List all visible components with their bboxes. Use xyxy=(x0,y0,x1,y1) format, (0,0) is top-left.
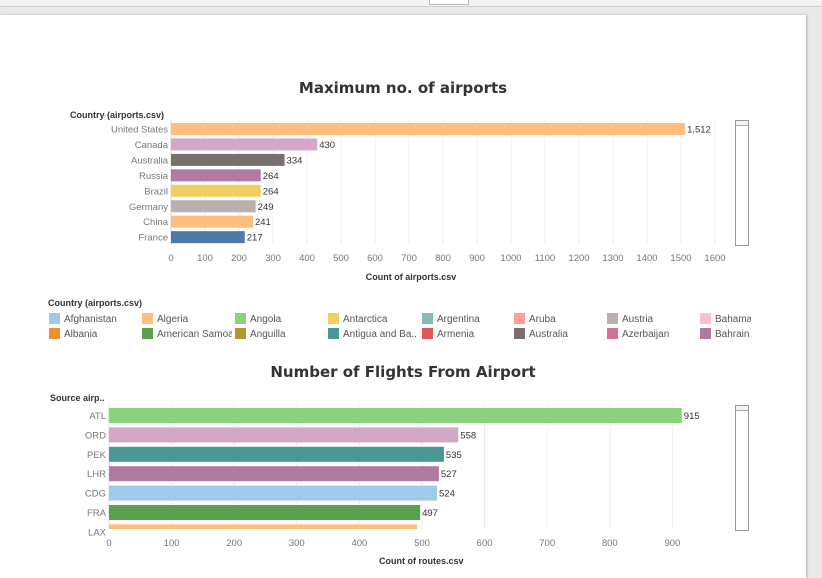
chart2-x-tick-label: 700 xyxy=(539,538,555,549)
chart2-value-label: 915 xyxy=(684,411,700,422)
chart2-value-label: 524 xyxy=(439,489,455,500)
chart2-category-label: PEK xyxy=(87,450,107,461)
chart2-bar xyxy=(109,466,439,482)
chart2-category-label: ORD xyxy=(85,430,106,441)
chart2-x-tick-label: 200 xyxy=(226,538,242,549)
chart2-plot: 0 100 200 300 400 500 600 700 800 900 ATL 915 ORD 558… xyxy=(85,405,700,549)
chart2-x-tick-label: 300 xyxy=(289,538,305,549)
chart2-value-label: 527 xyxy=(441,469,457,480)
chart2-category-label: FRA xyxy=(87,508,107,519)
chart2-bar xyxy=(109,485,438,501)
chart2-category-label: CDG xyxy=(85,489,106,500)
chart2-x-tick-label: 600 xyxy=(477,538,493,549)
chart2-bar xyxy=(109,524,417,529)
chart2-bar xyxy=(109,408,682,423)
chart2-x-tick-label: 400 xyxy=(351,538,367,549)
chart2-value-label: 558 xyxy=(460,430,476,441)
chart2-x-tick-label: 0 xyxy=(106,538,111,549)
chart2-bar xyxy=(109,446,444,462)
chart2-value-label: 535 xyxy=(446,450,462,461)
chart2-x-tick-label: 100 xyxy=(164,538,180,549)
chart2-category-label: LAX xyxy=(88,527,107,538)
chart2-x-tick-label: 800 xyxy=(602,538,618,549)
chart2-value-label: 497 xyxy=(422,508,438,519)
chart2-x-tick-label: 500 xyxy=(414,538,430,549)
chart2-category-label: LHR xyxy=(87,469,106,480)
chart2-x-tick-label: 900 xyxy=(664,538,680,549)
chart2-bar xyxy=(109,427,459,443)
chart2-category-label: ATL xyxy=(89,411,106,422)
chart2-bar xyxy=(109,505,421,520)
